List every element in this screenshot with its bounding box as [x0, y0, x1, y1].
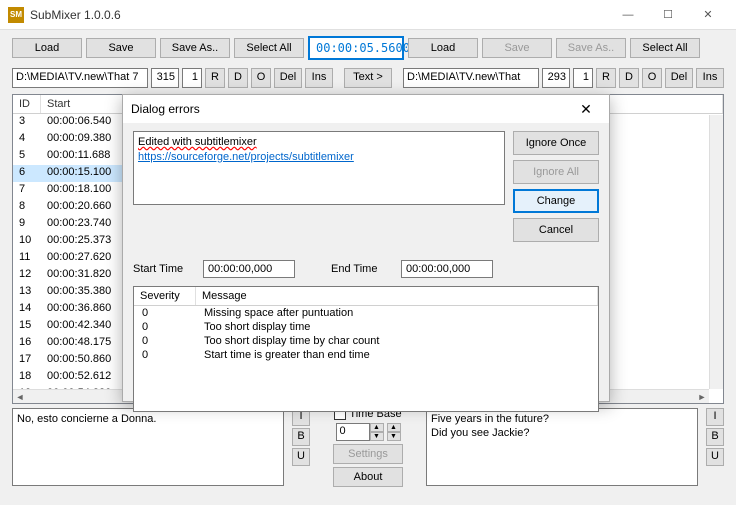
- maximize-button[interactable]: ☐: [648, 0, 688, 30]
- right-r-button[interactable]: R: [596, 68, 616, 88]
- timecode-display[interactable]: 00:00:05.5600: [308, 36, 404, 60]
- left-r-button[interactable]: R: [205, 68, 225, 88]
- dialog-close-button[interactable]: ✕: [571, 101, 601, 118]
- ignore-all-button[interactable]: Ignore All: [513, 160, 599, 184]
- selectall-right-button[interactable]: Select All: [630, 38, 700, 58]
- right-ins-button[interactable]: Ins: [696, 68, 724, 88]
- start-time-label: Start Time: [133, 263, 195, 275]
- settings-button[interactable]: Settings: [333, 444, 403, 464]
- left-path-field[interactable]: D:\MEDIA\TV.new\That 7: [12, 68, 148, 88]
- left-underline-button[interactable]: U: [292, 448, 310, 466]
- titlebar: SM SubMixer 1.0.0.6 — ☐ ✕: [0, 0, 736, 30]
- right-d-button[interactable]: D: [619, 68, 639, 88]
- ignore-once-button[interactable]: Ignore Once: [513, 131, 599, 155]
- path-row: D:\MEDIA\TV.new\That 7 315 1 R D O Del I…: [0, 66, 736, 94]
- left-count1[interactable]: 315: [151, 68, 179, 88]
- right-del-button[interactable]: Del: [665, 68, 693, 88]
- spin-up2[interactable]: ▲: [387, 423, 401, 432]
- message-row[interactable]: 0Too short display time: [134, 320, 598, 334]
- right-o-button[interactable]: O: [642, 68, 662, 88]
- message-row[interactable]: 0Start time is greater than end time: [134, 348, 598, 362]
- end-time-field[interactable]: 00:00:00,000: [401, 260, 493, 278]
- right-underline-button[interactable]: U: [706, 448, 724, 466]
- minimize-button[interactable]: —: [608, 0, 648, 30]
- dialog-title: Dialog errors: [131, 102, 571, 116]
- about-button[interactable]: About: [333, 467, 403, 487]
- dialog-errors-modal: Dialog errors ✕ Edited with subtitlemixe…: [122, 94, 610, 402]
- right-vscroll[interactable]: [709, 115, 723, 389]
- change-button[interactable]: Change: [513, 189, 599, 213]
- timebase-value[interactable]: 0: [336, 423, 370, 441]
- load-left-button[interactable]: Load: [12, 38, 82, 58]
- left-edit-box[interactable]: No, esto concierne a Donna.: [12, 408, 284, 486]
- message-row[interactable]: 0Missing space after puntuation: [134, 306, 598, 320]
- message-list[interactable]: Severity Message 0Missing space after pu…: [133, 286, 599, 412]
- left-count2[interactable]: 1: [182, 68, 202, 88]
- save-right-button[interactable]: Save: [482, 38, 552, 58]
- bottom-panel: No, esto concierne a Donna. I B U Time B…: [0, 404, 736, 494]
- left-del-button[interactable]: Del: [274, 68, 302, 88]
- col-id[interactable]: ID: [13, 95, 41, 113]
- right-edit-box[interactable]: Five years in the future?Did you see Jac…: [426, 408, 698, 486]
- text-transfer-button[interactable]: Text >: [344, 68, 392, 88]
- col-start[interactable]: Start: [41, 95, 131, 113]
- saveas-left-button[interactable]: Save As..: [160, 38, 230, 58]
- close-button[interactable]: ✕: [688, 0, 728, 30]
- spin-down[interactable]: ▼: [370, 432, 384, 441]
- left-o-button[interactable]: O: [251, 68, 271, 88]
- message-row[interactable]: 0Too short display time by char count: [134, 334, 598, 348]
- saveas-right-button[interactable]: Save As..: [556, 38, 626, 58]
- right-italic-button[interactable]: I: [706, 408, 724, 426]
- spin-up[interactable]: ▲: [370, 423, 384, 432]
- selectall-left-button[interactable]: Select All: [234, 38, 304, 58]
- left-d-button[interactable]: D: [228, 68, 248, 88]
- right-count2[interactable]: 1: [573, 68, 593, 88]
- left-bold-button[interactable]: B: [292, 428, 310, 446]
- dialog-link[interactable]: https://sourceforge.net/projects/subtitl…: [138, 150, 500, 165]
- dialog-line1: Edited with subtitlemixer: [138, 135, 500, 150]
- left-ins-button[interactable]: Ins: [305, 68, 333, 88]
- dialog-text-area[interactable]: Edited with subtitlemixer https://source…: [133, 131, 505, 205]
- cancel-button[interactable]: Cancel: [513, 218, 599, 242]
- end-time-label: End Time: [331, 263, 393, 275]
- start-time-field[interactable]: 00:00:00,000: [203, 260, 295, 278]
- window-title: SubMixer 1.0.0.6: [30, 8, 608, 22]
- save-left-button[interactable]: Save: [86, 38, 156, 58]
- spin-down2[interactable]: ▼: [387, 432, 401, 441]
- right-count1[interactable]: 293: [542, 68, 570, 88]
- load-right-button[interactable]: Load: [408, 38, 478, 58]
- col-message[interactable]: Message: [196, 287, 598, 305]
- right-bold-button[interactable]: B: [706, 428, 724, 446]
- toolbar: Load Save Save As.. Select All 00:00:05.…: [0, 30, 736, 66]
- right-path-field[interactable]: D:\MEDIA\TV.new\That: [403, 68, 539, 88]
- app-icon: SM: [8, 7, 24, 23]
- col-severity[interactable]: Severity: [134, 287, 196, 305]
